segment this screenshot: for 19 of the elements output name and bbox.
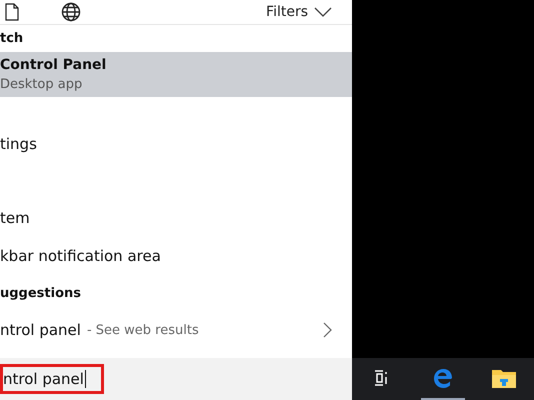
suggestion-hint: - See web results	[86, 322, 199, 338]
globe-icon[interactable]	[61, 2, 81, 22]
result-subtitle: Desktop app	[0, 77, 82, 92]
document-icon[interactable]	[5, 3, 19, 21]
section-heading: uggestions	[0, 284, 82, 302]
search-field[interactable]: ntrol panel	[0, 364, 104, 394]
setting-result[interactable]: kbar notification area	[0, 237, 352, 275]
result-item[interactable]: Control Panel Desktop app	[0, 52, 352, 97]
suggestion-text: ntrol panel	[0, 321, 81, 339]
chevron-right-icon	[323, 322, 332, 338]
browser-icon	[432, 367, 454, 389]
filters-button[interactable]: Filters	[266, 4, 332, 20]
result-title: Control Panel	[0, 57, 106, 73]
suggestion-item[interactable]: ntrol panel - See web results	[0, 311, 352, 349]
setting-result[interactable]: tings	[0, 125, 352, 163]
folder-icon	[490, 367, 517, 389]
chevron-down-icon	[314, 7, 332, 17]
section-heading: tch	[0, 30, 24, 48]
setting-result[interactable]: tem	[0, 199, 352, 237]
